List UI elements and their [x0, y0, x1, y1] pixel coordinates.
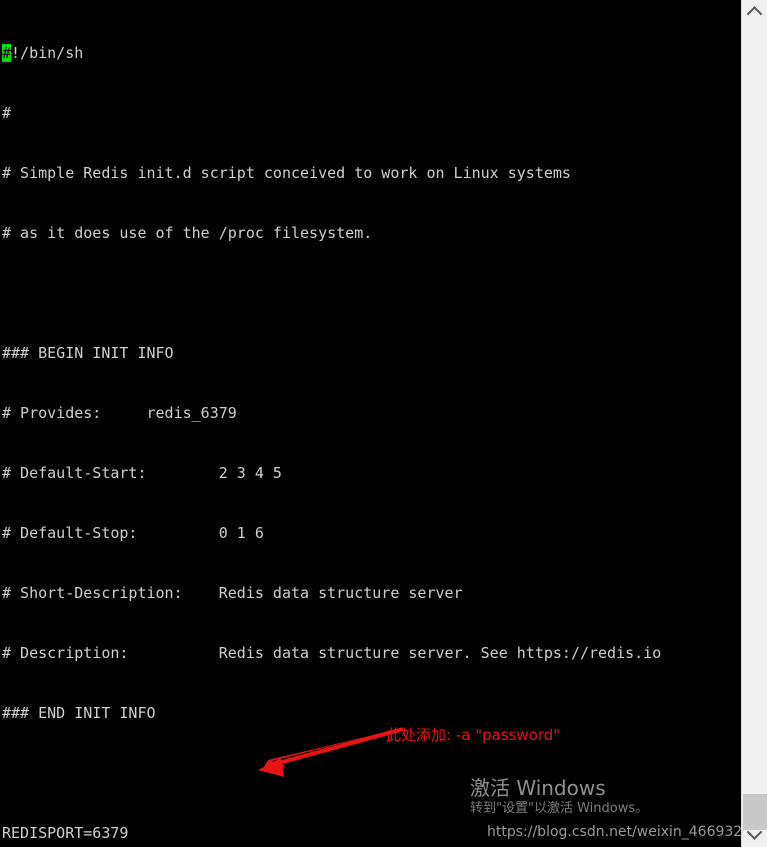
csdn-blog-url: https://blog.csdn.net/weixin_46693218	[487, 824, 745, 840]
text-cursor[interactable]: #	[2, 44, 12, 62]
chevron-down-icon	[746, 823, 763, 840]
scroll-up-arrow-icon[interactable]	[742, 2, 767, 22]
terminal-window[interactable]: #!/bin/sh # # Simple Redis init.d script…	[0, 0, 767, 847]
editor-text-buffer[interactable]: #!/bin/sh # # Simple Redis init.d script…	[0, 0, 741, 847]
code-line-7: # Provides: redis_6379	[2, 404, 237, 422]
code-line-4: # as it does use of the /proc filesystem…	[2, 224, 373, 242]
vertical-scrollbar[interactable]	[741, 0, 767, 847]
code-line-3: # Simple Redis init.d script conceived t…	[2, 164, 571, 182]
windows-activation-watermark: 激活 Windows 转到"设置"以激活 Windows。	[470, 776, 760, 818]
activation-title: 激活 Windows	[470, 776, 606, 800]
annotation-label: 此处添加: -a "password"	[386, 726, 561, 744]
code-line-11: # Description: Redis data structure serv…	[2, 644, 662, 662]
code-line-10: # Short-Description: Redis data structur…	[2, 584, 463, 602]
code-line-8: # Default-Start: 2 3 4 5	[2, 464, 282, 482]
code-line-6: ### BEGIN INIT INFO	[2, 344, 174, 362]
code-line-1: #!/bin/sh	[2, 43, 741, 63]
code-line-9: # Default-Stop: 0 1 6	[2, 524, 264, 542]
activation-subtitle: 转到"设置"以激活 Windows。	[470, 801, 649, 816]
scroll-down-arrow-icon[interactable]	[742, 823, 767, 843]
code-line-12: ### END INIT INFO	[2, 704, 156, 722]
chevron-up-icon	[746, 5, 763, 22]
code-line-2: #	[2, 104, 12, 122]
code-line-1-text: !/bin/sh	[11, 44, 84, 62]
